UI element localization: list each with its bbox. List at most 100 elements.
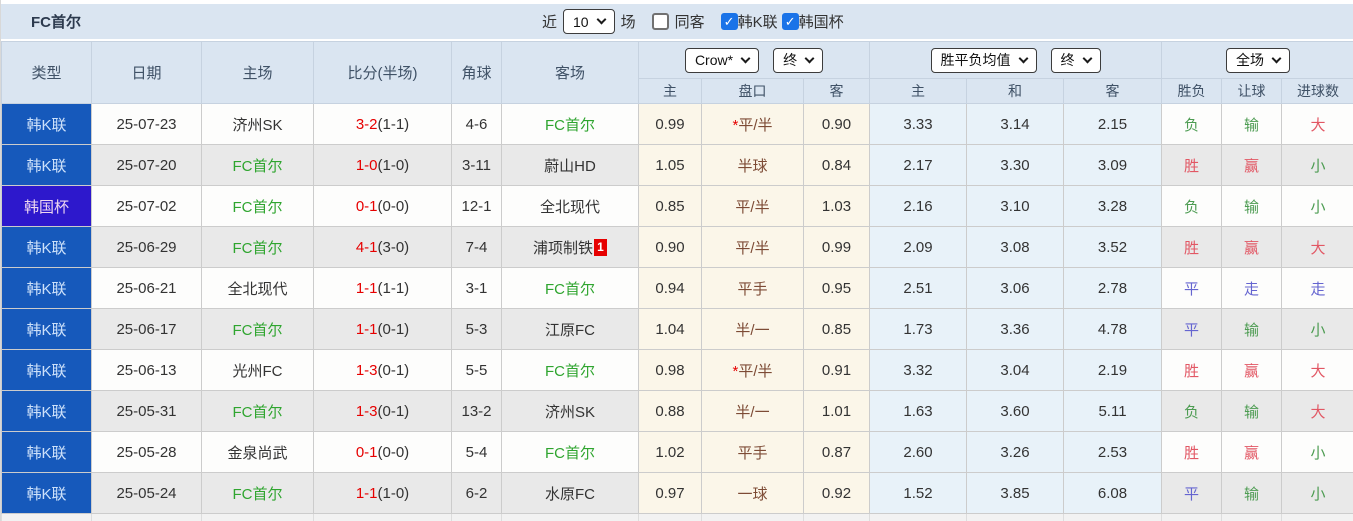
chevron-down-icon [596, 14, 607, 25]
match-scope-select[interactable]: 全场 [1226, 47, 1291, 73]
handicap-line-cell: 平/半 [701, 185, 804, 227]
league-checkbox[interactable] [720, 13, 738, 30]
match-date-cell: 25-05-28 [91, 431, 202, 473]
corners-cell: 5-5 [451, 349, 502, 391]
result-handicap-cell: 走 [1221, 267, 1282, 309]
halftime-score: (0-1) [377, 361, 410, 379]
handicap-odds-home-cell: 0.99 [638, 103, 702, 145]
recent-count-select[interactable]: 10 [563, 9, 615, 34]
away-team-cell: FC首尔 [501, 349, 639, 391]
handicap-odds-away-cell: 1.03 [803, 185, 870, 227]
mean-stage-value: 终 [1060, 52, 1075, 68]
handicap-odds-away-cell: 0.87 [803, 431, 870, 473]
match-scope-value: 全场 [1236, 52, 1265, 68]
home-team-name: FC首尔 [232, 403, 283, 421]
mean-odds-value: 胜平负均值 [940, 52, 1011, 68]
home-team-cell: 济州SK [201, 103, 314, 145]
handicap-odds-away-cell: 0.90 [803, 103, 870, 145]
league-label: 韩K联 [737, 14, 778, 31]
score-cell: 1-3(0-1) [313, 390, 452, 432]
score-cell: 1-1(1-1) [313, 267, 452, 309]
mean-odds-home-cell: 3.32 [869, 349, 967, 391]
handicap-line-cell: 平手 [701, 431, 804, 473]
result-handicap-cell: 输 [1221, 185, 1282, 227]
competition-type-cell: 韩K联 [1, 267, 92, 309]
halftime-score: (0-1) [377, 402, 410, 420]
col-header-type: 类型 [1, 41, 92, 104]
result-outcome-cell: 负 [1161, 390, 1222, 432]
corners-cell: 12-1 [451, 185, 502, 227]
table-row: 韩K联 25-07-23 济州SK 3-2(1-1) 4-6 FC首尔 0.99… [1, 103, 1353, 145]
handicap-odds-home-cell: 0.94 [638, 267, 702, 309]
table-row: 韩K联 25-05-31 FC首尔 1-3(0-1) 13-2 济州SK 0.8… [1, 390, 1353, 432]
chevron-down-icon [804, 53, 815, 63]
odds-company-select[interactable]: Crow* [684, 47, 760, 73]
halftime-score: (0-1) [377, 320, 410, 338]
mean-odds-group-header: 胜平负均值 终 [869, 41, 1162, 79]
sub-header-mean-home: 主 [869, 78, 967, 104]
result-goals-cell: 大 [1280, 103, 1353, 145]
handicap-line-cell: 平/半 [701, 226, 804, 268]
home-team-cell: FC首尔 [201, 226, 314, 268]
home-team-name: 光州FC [232, 362, 283, 380]
competition-type-cell: 韩K联 [1, 308, 92, 350]
away-team-name: 水原FC [545, 485, 595, 503]
handicap-odds-home-cell: 1.05 [638, 144, 702, 186]
competition-type-cell: 韩K联 [1, 390, 92, 432]
home-team-name: FC首尔 [232, 198, 283, 216]
matches-label: 场 [620, 14, 636, 31]
table-row: 韩K联 25-06-17 FC首尔 1-1(0-1) 5-3 江原FC 1.04… [1, 308, 1353, 350]
recent-label: 近 [542, 14, 558, 31]
result-goals-cell: 小 [1280, 472, 1353, 514]
company-stage-select[interactable]: 终 [773, 47, 824, 73]
score-cell: 1-1(1-0) [313, 472, 452, 514]
halftime-score: (1-1) [377, 115, 410, 133]
result-outcome-cell: 胜 [1161, 431, 1222, 473]
handicap-line-cell: 半/一 [701, 390, 804, 432]
score-cell: 3-2(1-1) [313, 103, 452, 145]
corners-cell: 3-1 [451, 267, 502, 309]
mean-odds-away-cell: 6.08 [1063, 472, 1162, 514]
result-handicap-cell: 赢 [1221, 349, 1282, 391]
mean-odds-draw-cell: 3.04 [966, 349, 1064, 391]
away-team-cell: 水原FC [501, 472, 639, 514]
mean-odds-select[interactable]: 胜平负均值 [930, 47, 1037, 73]
fulltime-score: 1-3 [355, 361, 378, 379]
mean-odds-away-cell: 3.28 [1063, 185, 1162, 227]
home-team-cell: FC首尔 [201, 472, 314, 514]
cup-checkbox[interactable] [781, 13, 799, 30]
competition-type-cell: 韩K联 [1, 226, 92, 268]
fulltime-score: 0-1 [355, 443, 378, 461]
home-team-cell: 全北现代 [201, 267, 314, 309]
table-row: 韩K联 25-06-29 FC首尔 4-1(3-0) 7-4 浦项制铁 1 0.9… [1, 226, 1353, 268]
mean-stage-select[interactable]: 终 [1050, 47, 1101, 73]
corners-cell: 5-3 [451, 308, 502, 350]
handicap-line: 半球 [737, 157, 768, 175]
mean-odds-away-cell: 2.53 [1063, 431, 1162, 473]
mean-odds-home-cell: 3.33 [869, 103, 967, 145]
result-handicap-cell: 赢 [1221, 431, 1282, 473]
handicap-line-cell: 一球 [701, 472, 804, 514]
away-team-cell: 蔚山HD [501, 144, 639, 186]
sub-header-mean-draw: 和 [966, 78, 1064, 104]
score-cell: 1-1(0-1) [313, 308, 452, 350]
company-stage-value: 终 [783, 52, 798, 68]
halftime-score: (1-0) [377, 156, 410, 174]
result-outcome-cell: 平 [1161, 472, 1222, 514]
mean-odds-draw-cell: 3.10 [966, 185, 1064, 227]
handicap-odds-away-cell: 0.92 [803, 472, 870, 514]
fulltime-score: 3-2 [355, 115, 378, 133]
score-cell: 0-1(0-0) [313, 185, 452, 227]
result-goals-cell: 走 [1280, 267, 1353, 309]
sub-header-odds-away: 客 [803, 78, 870, 104]
mean-odds-draw-cell: 3.06 [966, 267, 1064, 309]
corners-cell: 6-2 [451, 472, 502, 514]
home-team-cell: 光州FC [201, 349, 314, 391]
mean-odds-draw-cell: 3.60 [966, 390, 1064, 432]
handicap-odds-home-cell: 0.98 [638, 349, 702, 391]
match-date-cell: 25-06-29 [91, 226, 202, 268]
handicap-line: 平/半 [738, 362, 773, 380]
result-handicap-cell: 输 [1221, 308, 1282, 350]
same-guest-checkbox[interactable] [651, 13, 669, 30]
home-team-name: 金泉尚武 [227, 444, 288, 462]
